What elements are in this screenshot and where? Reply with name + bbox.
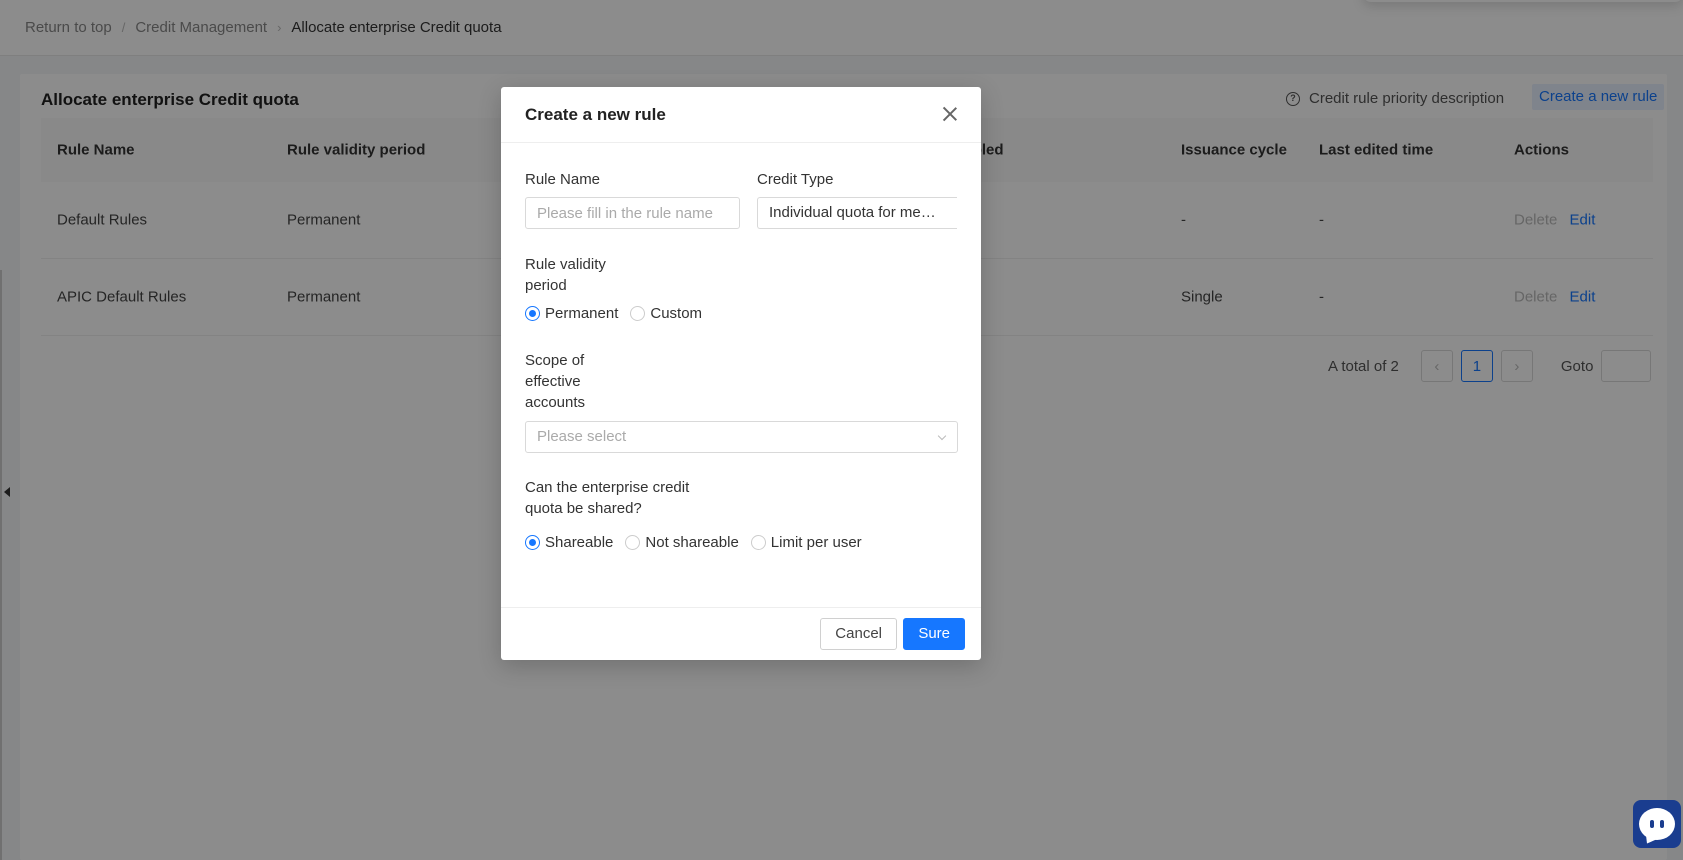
scope-label: Scope of effective accounts: [525, 350, 585, 413]
scope-select[interactable]: Please select: [525, 421, 958, 453]
radio-unchecked: [630, 306, 646, 321]
validity-label: Rule validity period: [525, 254, 606, 296]
sure-button[interactable]: Sure: [903, 618, 965, 650]
radio-unchecked: [625, 535, 641, 550]
chevron-down-icon: [937, 431, 947, 441]
validity-option-custom[interactable]: Custom: [630, 305, 702, 322]
scope-select-placeholder: Please select: [537, 428, 627, 445]
credit-type-select[interactable]: Individual quota for memb...: [757, 197, 957, 229]
validity-label-line: period: [525, 277, 567, 294]
shared-option-shareable[interactable]: Shareable: [525, 534, 613, 551]
radio-unchecked: [750, 535, 766, 550]
modal-header: Create a new rule: [501, 87, 981, 143]
scope-label-line: Scope of: [525, 352, 585, 369]
scope-label-line: effective: [525, 373, 581, 390]
chat-bot-button[interactable]: [1633, 800, 1681, 848]
shared-label-line: quota be shared?: [525, 500, 642, 517]
radio-label: Not shareable: [645, 534, 739, 551]
shared-option-limit-per-user[interactable]: Limit per user: [750, 534, 862, 551]
radio-label: Custom: [650, 305, 703, 322]
create-rule-modal: Create a new rule Rule Name Credit Type …: [501, 87, 981, 660]
scope-label-line: accounts: [525, 394, 586, 411]
rule-name-label: Rule Name: [525, 171, 601, 188]
rule-name-input[interactable]: [525, 197, 740, 229]
shared-option-not-shareable[interactable]: Not shareable: [625, 534, 739, 551]
cancel-button[interactable]: Cancel: [820, 618, 897, 650]
chat-bot-eye: [1660, 820, 1664, 828]
chat-bot-icon: [1639, 808, 1675, 840]
modal-footer: Cancel Sure: [501, 607, 981, 660]
close-icon[interactable]: [941, 105, 959, 123]
validity-label-line: Rule validity: [525, 256, 606, 273]
shared-label-line: Can the enterprise credit: [525, 479, 690, 496]
chat-bot-eye: [1650, 820, 1654, 828]
radio-label: Shareable: [545, 534, 614, 551]
shared-label: Can the enterprise credit quota be share…: [525, 477, 689, 519]
validity-option-permanent[interactable]: Permanent: [525, 305, 618, 322]
shared-radio-group: Shareable Not shareable Limit per user: [525, 534, 874, 551]
radio-checked: [525, 535, 540, 550]
radio-label: Limit per user: [770, 534, 862, 551]
modal-title: Create a new rule: [525, 105, 666, 124]
radio-label: Permanent: [545, 305, 619, 322]
validity-radio-group: Permanent Custom: [525, 305, 714, 322]
credit-type-label: Credit Type: [757, 171, 834, 188]
radio-checked: [525, 306, 540, 321]
